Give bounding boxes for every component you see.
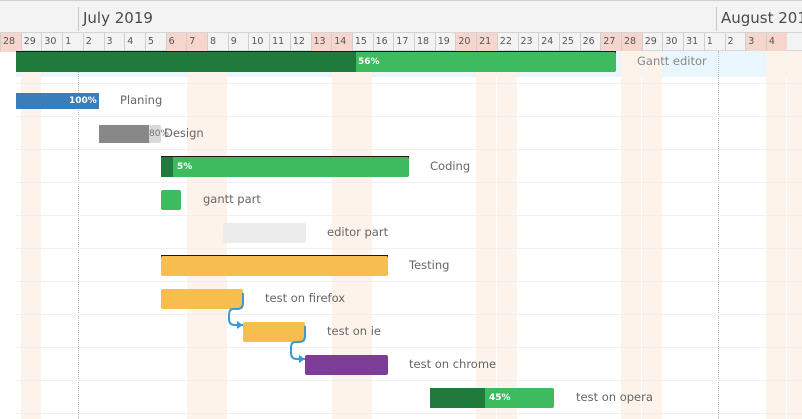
gantt-body: 56% Gantt editor 100% Planing 80% Design 5% Cod… — [0, 50, 802, 419]
task-progress-label: 56% — [358, 56, 380, 67]
task-bar[interactable] — [161, 255, 388, 276]
task-bar[interactable] — [223, 222, 306, 243]
day-label: 12 — [289, 33, 311, 52]
row-divider — [16, 215, 802, 216]
day-label: 28 — [621, 33, 642, 52]
month-boundary-line — [718, 51, 719, 419]
day-label: 31 — [683, 33, 704, 52]
day-label: 17 — [393, 33, 414, 52]
task-bar[interactable]: 5% — [161, 156, 409, 177]
task-progress-fill — [99, 124, 149, 143]
task-name-label: test on chrome — [409, 356, 497, 371]
day-label: 29 — [20, 33, 42, 52]
weekend-column — [766, 51, 787, 419]
task-name-label: gantt part — [203, 191, 261, 206]
weekend-column — [621, 51, 642, 419]
task-progress-fill — [161, 156, 173, 177]
weekend-column — [642, 51, 662, 419]
task-bar[interactable] — [305, 354, 388, 375]
task-name-label: Gantt editor — [637, 53, 707, 68]
day-label: 13 — [310, 33, 332, 52]
task-bar[interactable]: 56% — [16, 51, 616, 72]
day-label: 1 — [703, 33, 725, 52]
day-label: 14 — [331, 33, 352, 52]
task-name-label: Testing — [409, 257, 450, 272]
day-label: 4 — [124, 33, 145, 52]
day-label: 15 — [351, 33, 373, 52]
row-divider — [16, 83, 802, 84]
day-label: 27 — [600, 33, 621, 52]
day-label: 22 — [496, 33, 518, 52]
day-label: 25 — [558, 33, 580, 52]
task-bar[interactable] — [243, 321, 305, 342]
task-name-label: test on opera — [576, 389, 653, 404]
day-label: 8 — [207, 33, 228, 52]
day-label: 16 — [372, 33, 394, 52]
day-label: 3 — [103, 33, 125, 52]
task-bar[interactable]: 100% — [16, 92, 99, 109]
task-name-label: Design — [164, 125, 204, 140]
day-label: 2 — [724, 33, 746, 52]
day-label: 24 — [538, 33, 559, 52]
task-progress-label: 100% — [69, 95, 97, 106]
day-label: 23 — [517, 33, 539, 52]
row-divider — [16, 182, 802, 183]
day-label: 26 — [579, 33, 601, 52]
day-label: 4 — [765, 33, 787, 52]
month-label: August 201 — [716, 7, 802, 31]
row-divider — [16, 248, 802, 249]
task-name-label: test on ie — [327, 323, 381, 338]
row-divider — [16, 314, 802, 315]
gantt-chart: July 2019 August 201 28 29 30 1 2 3 4 5 6 7 8 9 10 11… — [0, 0, 802, 419]
day-label: 7 — [186, 33, 207, 52]
task-bar[interactable] — [161, 189, 181, 210]
task-progress-fill — [16, 51, 356, 72]
day-label: 9 — [227, 33, 249, 52]
day-label: 18 — [414, 33, 435, 52]
weekend-column — [186, 51, 207, 419]
day-label: 20 — [455, 33, 477, 52]
weekend-column — [786, 51, 802, 419]
task-name-label: Planing — [120, 92, 163, 107]
task-name-label: Coding — [430, 158, 471, 173]
day-label: 11 — [269, 33, 290, 52]
day-label: 19 — [434, 33, 456, 52]
weekend-column — [497, 51, 518, 419]
task-progress-label: 5% — [177, 161, 193, 172]
task-bar[interactable] — [161, 288, 243, 309]
day-label: 3 — [745, 33, 766, 52]
day-label: 21 — [476, 33, 497, 52]
row-divider — [16, 281, 802, 282]
day-label: 29 — [641, 33, 663, 52]
day-label: 1 — [62, 33, 83, 52]
row-divider — [16, 347, 802, 348]
row-divider — [16, 116, 802, 117]
day-label: 5 — [144, 33, 166, 52]
task-bar[interactable]: 45% — [430, 387, 554, 408]
row-divider — [16, 413, 802, 414]
day-label: 30 — [41, 33, 62, 52]
task-progress-fill — [430, 387, 485, 408]
day-label: 2 — [82, 33, 104, 52]
day-label: 30 — [662, 33, 683, 52]
task-name-label: editor part — [327, 224, 389, 239]
task-name-label: test on firefox — [265, 290, 346, 305]
timeline-header: July 2019 August 201 28 29 30 1 2 3 4 5 6 7 8 9 10 11… — [0, 0, 802, 52]
row-divider — [16, 149, 802, 150]
day-label: 6 — [165, 33, 187, 52]
row-divider — [16, 380, 802, 381]
day-label: 10 — [248, 33, 269, 52]
month-label: July 2019 — [78, 7, 153, 31]
task-progress-label: 45% — [489, 392, 511, 403]
day-label: 28 — [0, 33, 21, 52]
